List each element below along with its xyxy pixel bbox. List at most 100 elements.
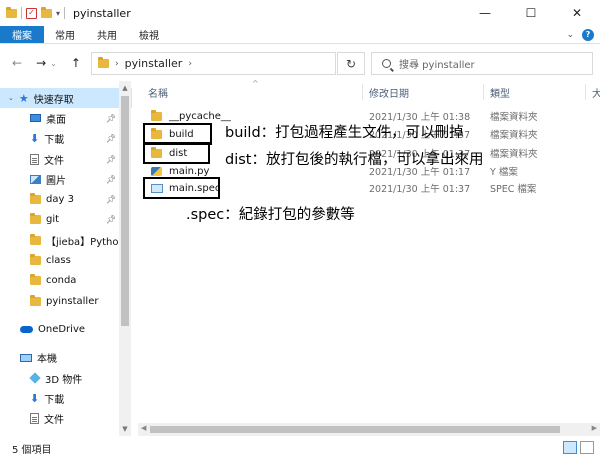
folder-icon bbox=[30, 233, 41, 245]
column-headers: ^ 名稱 修改日期 類型 大 bbox=[138, 79, 600, 102]
customize-toolbar-icon[interactable]: ▾ bbox=[56, 9, 60, 18]
sidebar-item-conda[interactable]: conda bbox=[0, 271, 132, 291]
search-input[interactable]: 搜尋 pyinstaller bbox=[371, 52, 593, 75]
3d-objects-icon bbox=[29, 372, 41, 384]
minimize-button[interactable]: — bbox=[462, 0, 508, 26]
sidebar-item-git[interactable]: git 📌︎ bbox=[0, 210, 132, 230]
sidebar-item-label: 下載 bbox=[44, 135, 65, 147]
scroll-left-icon[interactable]: ◀ bbox=[141, 424, 146, 432]
sidebar-item-pictures[interactable]: 圖片 📌︎ bbox=[0, 169, 132, 189]
scroll-down-icon[interactable]: ▼ bbox=[119, 425, 131, 433]
sidebar-item-quick-access[interactable]: ⌄ ★ 快速存取 bbox=[0, 88, 132, 109]
forward-icon[interactable]: → bbox=[36, 56, 46, 70]
window-controls: — ☐ ✕ bbox=[462, 0, 600, 26]
pin-icon: 📌︎ bbox=[106, 134, 117, 144]
address-bar[interactable]: › pyinstaller › ⌄ bbox=[91, 52, 420, 75]
breadcrumb-pyinstaller[interactable]: pyinstaller bbox=[125, 57, 183, 70]
folder-icon bbox=[6, 6, 17, 18]
sidebar-item-label: 文件 bbox=[44, 155, 64, 167]
sidebar-item-day3[interactable]: day 3 📌︎ bbox=[0, 189, 132, 209]
scrollbar-thumb[interactable] bbox=[150, 426, 560, 433]
refresh-button[interactable]: ↻ bbox=[337, 52, 365, 75]
sidebar-item-3d-objects[interactable]: 3D 物件 bbox=[0, 368, 132, 388]
sidebar-item-label: day 3 bbox=[46, 194, 74, 206]
details-view-icon[interactable] bbox=[563, 441, 577, 454]
scrollbar-thumb[interactable] bbox=[121, 96, 129, 326]
item-count: 5 個項目 bbox=[12, 444, 52, 456]
new-folder-icon[interactable] bbox=[41, 6, 52, 18]
sidebar-item-downloads-pc[interactable]: ⬇ 下載 bbox=[0, 388, 132, 408]
quick-access-toolbar: ✓ ▾ pyinstaller bbox=[0, 0, 131, 26]
pin-icon: 📌︎ bbox=[106, 154, 117, 164]
pin-icon: 📌︎ bbox=[106, 113, 117, 123]
sidebar-item-label: 快速存取 bbox=[33, 94, 74, 106]
star-icon: ★ bbox=[18, 91, 29, 105]
help-icon[interactable]: ? bbox=[582, 28, 594, 41]
horizontal-scrollbar[interactable]: ◀ ▶ bbox=[138, 423, 600, 436]
up-icon[interactable]: ↑ bbox=[71, 56, 81, 70]
sidebar-item-documents[interactable]: 文件 📌︎ bbox=[0, 149, 132, 169]
sort-ascending-icon: ^ bbox=[252, 79, 259, 88]
pictures-icon bbox=[30, 174, 41, 184]
file-date: 2021/1/30 上午 01:37 bbox=[369, 184, 471, 195]
column-size[interactable]: 大 bbox=[592, 85, 600, 100]
sidebar-item-label: 文件 bbox=[44, 415, 64, 427]
tab-home[interactable]: 常用 bbox=[44, 26, 86, 43]
sidebar-item-jieba[interactable]: 【jieba】Python bbox=[0, 230, 132, 250]
ribbon-tabs: 檔案 常用 共用 檢視 ⌄ ? bbox=[0, 26, 600, 44]
sidebar-item-documents-pc[interactable]: 文件 bbox=[0, 408, 132, 428]
expand-ribbon-icon[interactable]: ⌄ bbox=[566, 30, 574, 40]
sidebar-item-label: 本機 bbox=[37, 354, 57, 366]
tab-view[interactable]: 檢視 bbox=[128, 26, 170, 43]
search-icon bbox=[382, 59, 391, 68]
sidebar-item-label: 3D 物件 bbox=[45, 374, 83, 386]
search-placeholder: 搜尋 pyinstaller bbox=[399, 60, 475, 71]
sidebar-item-this-pc[interactable]: 本機 bbox=[0, 348, 132, 368]
column-divider[interactable] bbox=[362, 84, 363, 100]
file-type: Y 檔案 bbox=[490, 167, 518, 178]
tab-file[interactable]: 檔案 bbox=[0, 26, 44, 43]
tab-share[interactable]: 共用 bbox=[86, 26, 128, 43]
file-type: 檔案資料夾 bbox=[490, 130, 538, 141]
collapse-chevron-icon[interactable]: ⌄ bbox=[8, 94, 14, 102]
sidebar-item-onedrive[interactable]: OneDrive bbox=[0, 319, 132, 339]
large-icons-view-icon[interactable] bbox=[580, 441, 594, 454]
download-icon: ⬇ bbox=[30, 391, 40, 405]
sidebar-item-downloads[interactable]: ⬇ 下載 📌︎ bbox=[0, 129, 132, 149]
navigation-pane: ⌄ ★ 快速存取 桌面 📌︎ ⬇ 下載 📌︎ 文件 📌︎ 圖片 📌︎ day 3… bbox=[0, 88, 132, 436]
column-divider[interactable] bbox=[483, 84, 484, 100]
highlight-box-dist bbox=[143, 142, 210, 164]
view-toggle bbox=[563, 441, 594, 454]
this-pc-icon bbox=[20, 353, 32, 362]
column-divider[interactable] bbox=[585, 84, 586, 100]
desktop-icon bbox=[30, 114, 41, 123]
separator bbox=[64, 7, 66, 19]
folder-icon bbox=[30, 254, 41, 266]
folder-icon bbox=[30, 294, 41, 306]
breadcrumb-chevron-icon[interactable]: › bbox=[115, 59, 119, 69]
window-title: pyinstaller bbox=[73, 6, 131, 20]
sidebar-item-label: conda bbox=[46, 275, 77, 287]
sidebar-item-desktop[interactable]: 桌面 📌︎ bbox=[0, 108, 132, 128]
status-bar: 5 個項目 bbox=[0, 438, 600, 458]
close-button[interactable]: ✕ bbox=[554, 0, 600, 26]
sidebar-scrollbar[interactable]: ▲ ▼ bbox=[119, 81, 131, 436]
sidebar-item-pyinstaller[interactable]: pyinstaller bbox=[0, 291, 132, 311]
properties-icon[interactable]: ✓ bbox=[26, 7, 37, 19]
back-icon[interactable]: ← bbox=[12, 56, 22, 70]
sidebar-item-label: class bbox=[46, 255, 71, 267]
recent-locations-icon[interactable]: ⌄ bbox=[50, 59, 57, 68]
column-name[interactable]: 名稱 bbox=[148, 85, 168, 100]
scroll-up-icon[interactable]: ▲ bbox=[119, 84, 131, 92]
download-icon: ⬇ bbox=[30, 132, 40, 146]
highlight-box-spec bbox=[143, 177, 220, 199]
sidebar-item-class[interactable]: class bbox=[0, 250, 132, 270]
folder-icon bbox=[30, 213, 41, 225]
maximize-button[interactable]: ☐ bbox=[508, 0, 554, 26]
folder-icon bbox=[98, 57, 109, 68]
scroll-right-icon[interactable]: ▶ bbox=[592, 424, 597, 432]
column-type[interactable]: 類型 bbox=[490, 85, 510, 100]
column-date[interactable]: 修改日期 bbox=[369, 85, 409, 100]
onedrive-icon bbox=[20, 325, 33, 333]
breadcrumb-chevron-icon[interactable]: › bbox=[188, 59, 192, 69]
